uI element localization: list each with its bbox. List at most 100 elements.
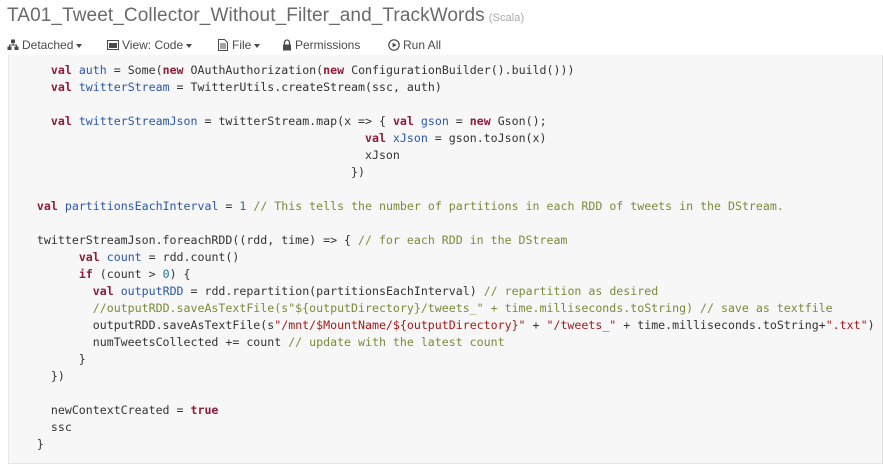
code-token: outputRDD.saveAsTextFile(s <box>9 318 275 332</box>
lock-icon <box>283 39 291 51</box>
code-token: ) / <box>867 318 883 332</box>
detached-label: Detached <box>22 38 74 52</box>
notebook-title[interactable]: TA01_Tweet_Collector_Without_Filter_and_… <box>7 5 524 27</box>
code-token: xJson <box>392 131 428 145</box>
code-token: = gson.toJson(x) <box>427 131 547 145</box>
code-line: //outputRDD.saveAsTextFile(s"${outputDir… <box>9 300 833 317</box>
code-token: val <box>50 114 72 128</box>
code-token: new <box>469 114 491 128</box>
code-token: gson <box>420 114 449 128</box>
chevron-down-icon <box>76 43 83 48</box>
file-dropdown[interactable]: File <box>217 38 261 52</box>
code-token: 0 <box>162 267 170 281</box>
cluster-dropdown[interactable]: Detached <box>7 38 83 52</box>
code-token: val <box>50 80 72 94</box>
code-token: new <box>323 63 345 77</box>
code-token: outputRDD <box>120 284 184 298</box>
code-cell[interactable]: val auth = Some(new OAuthAuthorization(n… <box>8 55 883 464</box>
code-line: } <box>9 351 86 368</box>
run-all-button[interactable]: Run All <box>388 38 441 52</box>
code-token: if <box>78 267 93 281</box>
code-token: newContextCreated = <box>9 403 191 417</box>
code-token: //outputRDD.saveAsTextFile(s"${outputDir… <box>92 301 833 315</box>
code-token: = rdd.repartition(partitionsEachInterval… <box>183 284 484 298</box>
code-line: } <box>9 436 44 453</box>
run-all-label: Run All <box>403 38 442 52</box>
permissions-label: Permissions <box>295 38 361 52</box>
notebook-toolbar: Detached View: Code File Permissions Run… <box>0 36 883 56</box>
chevron-down-icon <box>186 43 193 48</box>
code-token: ) { <box>169 267 191 281</box>
code-token: "/tweets_" <box>546 318 617 332</box>
notebook-language: (Scala) <box>488 12 525 24</box>
code-line: if (count > 0) { <box>9 266 191 283</box>
code-line: numTweetsCollected += count // update wi… <box>9 334 505 351</box>
code-token: numTweetsCollected += count <box>9 335 289 349</box>
code-token: }) <box>9 369 65 383</box>
code-token: twitterStream <box>78 80 170 94</box>
code-line: }) <box>9 164 365 181</box>
code-token: new <box>162 63 184 77</box>
code-token: = <box>448 114 470 128</box>
code-token: } <box>9 352 86 366</box>
code-line: val twitterStream = TwitterUtils.createS… <box>9 79 442 96</box>
code-token: "/mnt/$MountName/${outputDirectory}" <box>274 318 526 332</box>
code-token: = Some( <box>106 63 163 77</box>
code-token: ssc <box>9 420 72 434</box>
code-token: // This tells the number of partitions i… <box>253 199 784 213</box>
code-line: ssc <box>9 419 72 436</box>
code-token: = <box>218 199 240 213</box>
code-token: true <box>190 403 219 417</box>
code-token: val <box>50 63 72 77</box>
code-token: xJson <box>9 148 400 162</box>
code-token: auth <box>78 63 107 77</box>
code-token: }) <box>9 165 365 179</box>
code-token: // for each RDD in the DStream <box>358 233 568 247</box>
code-line: }) <box>9 368 65 385</box>
code-line: outputRDD.saveAsTextFile(s"/mnt/$MountNa… <box>9 317 883 334</box>
code-token: (count > <box>92 267 163 281</box>
chevron-down-icon <box>254 43 261 48</box>
code-token: = rdd.count() <box>141 250 240 264</box>
code-token: + time.milliseconds.toString+ <box>616 318 826 332</box>
code-token: // repartition as desired <box>483 284 659 298</box>
code-line: val twitterStreamJson = twitterStream.ma… <box>9 113 547 130</box>
code-line: val xJson = gson.toJson(x) <box>9 130 547 147</box>
code-token: twitterStreamJson <box>78 114 198 128</box>
code-line: newContextCreated = true <box>9 402 219 419</box>
code-token: + <box>525 318 547 332</box>
file-label: File <box>232 38 252 52</box>
code-token: val <box>36 199 58 213</box>
view-dropdown[interactable]: View: Code <box>107 38 193 52</box>
code-line: val auth = Some(new OAuthAuthorization(n… <box>9 62 575 79</box>
code-token: = twitterStream.map(x => { <box>197 114 393 128</box>
permissions-button[interactable]: Permissions <box>282 38 360 52</box>
code-token: val <box>364 131 386 145</box>
code-token: val <box>92 284 114 298</box>
code-line: val partitionsEachInterval = 1 // This t… <box>9 198 784 215</box>
code-token: partitionsEachInterval <box>64 199 219 213</box>
code-token: val <box>392 114 414 128</box>
code-token: val <box>78 250 100 264</box>
code-token: = TwitterUtils.createStream(ssc, auth) <box>169 80 442 94</box>
notebook-name: TA01_Tweet_Collector_Without_Filter_and_… <box>7 5 485 26</box>
code-line: val outputRDD = rdd.repartition(partitio… <box>9 283 658 300</box>
code-line: xJson <box>9 147 400 164</box>
code-line: val count = rdd.count() <box>9 249 240 266</box>
code-token: ConfigurationBuilder().build())) <box>344 63 575 77</box>
code-line: twitterStreamJson.foreachRDD((rdd, time)… <box>9 232 568 249</box>
